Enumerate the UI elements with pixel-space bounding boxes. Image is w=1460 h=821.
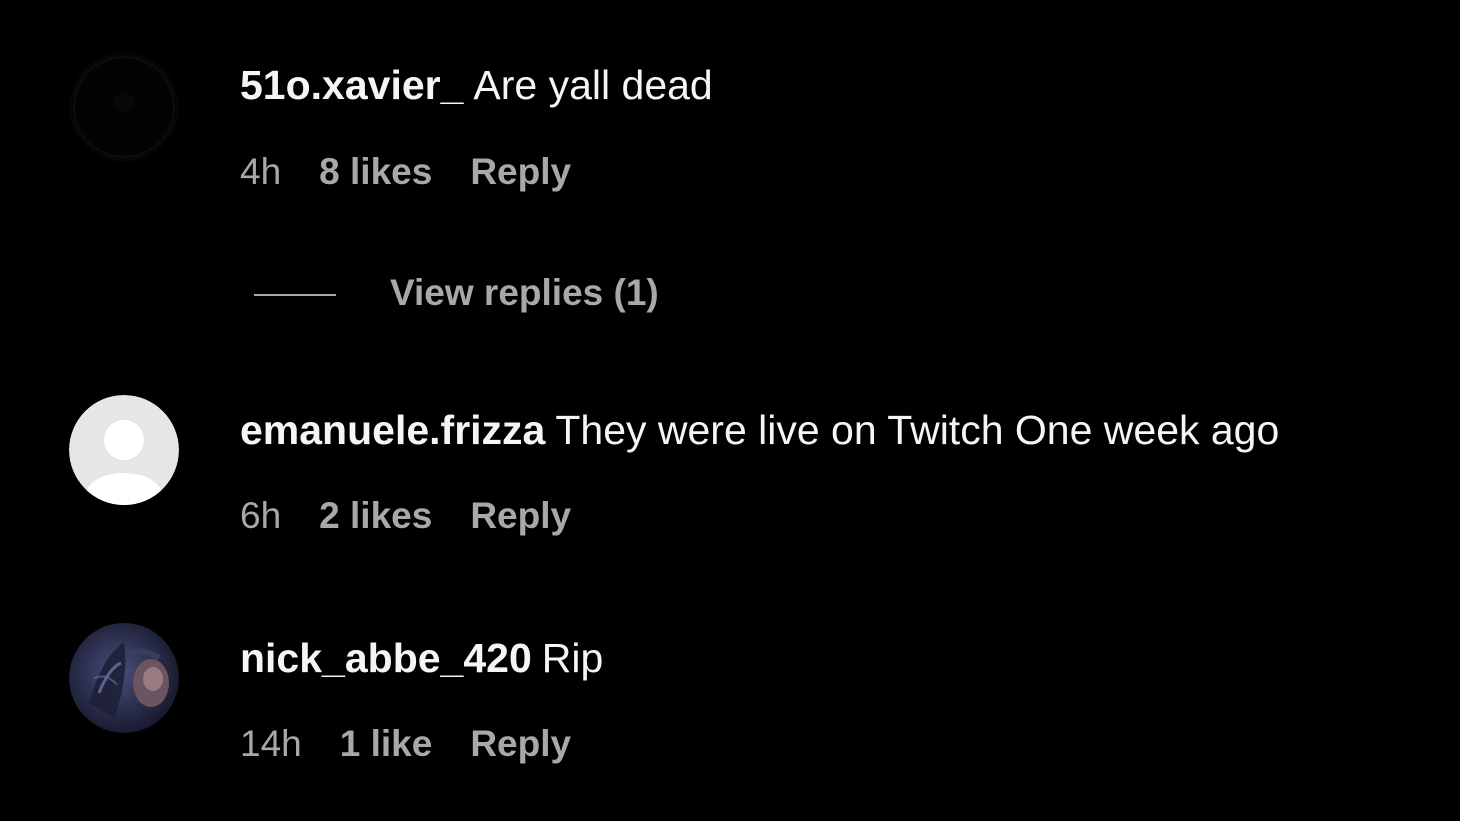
avatar[interactable] — [69, 395, 179, 505]
likes-count[interactable]: 2 likes — [319, 495, 432, 536]
replies-divider — [254, 294, 336, 297]
comment-meta: 4h 8 likes Reply — [240, 149, 609, 195]
likes-count[interactable]: 1 like — [340, 723, 433, 764]
reply-button[interactable]: Reply — [470, 151, 571, 192]
comment-text: They were live on Twitch One week ago — [555, 407, 1280, 453]
comment-text: Rip — [541, 635, 604, 681]
profile-photo — [69, 623, 179, 733]
avatar[interactable] — [69, 52, 179, 162]
likes-count[interactable]: 8 likes — [319, 151, 432, 192]
comment-meta: 14h 1 like Reply — [240, 721, 609, 767]
reply-button[interactable]: Reply — [470, 723, 571, 764]
avatar[interactable] — [69, 623, 179, 733]
default-user-icon — [69, 395, 179, 505]
avatar-image — [69, 52, 179, 162]
reply-button[interactable]: Reply — [470, 495, 571, 536]
view-replies-button[interactable]: View replies (1) — [254, 270, 659, 316]
comment-meta: 6h 2 likes Reply — [240, 493, 609, 539]
timestamp[interactable]: 4h — [240, 151, 281, 192]
comment-line: 51o.xavier_ Are yall dead — [240, 60, 713, 110]
username[interactable]: emanuele.frizza — [240, 407, 545, 453]
comment-line: nick_abbe_420 Rip — [240, 633, 603, 683]
view-replies-label: View replies (1) — [390, 272, 659, 313]
username[interactable]: 51o.xavier_ — [240, 62, 463, 108]
username[interactable]: nick_abbe_420 — [240, 635, 532, 681]
timestamp[interactable]: 14h — [240, 723, 302, 764]
comment-text: Are yall dead — [473, 62, 713, 108]
comment-line: emanuele.frizza They were live on Twitch … — [240, 405, 1279, 455]
timestamp[interactable]: 6h — [240, 495, 281, 536]
